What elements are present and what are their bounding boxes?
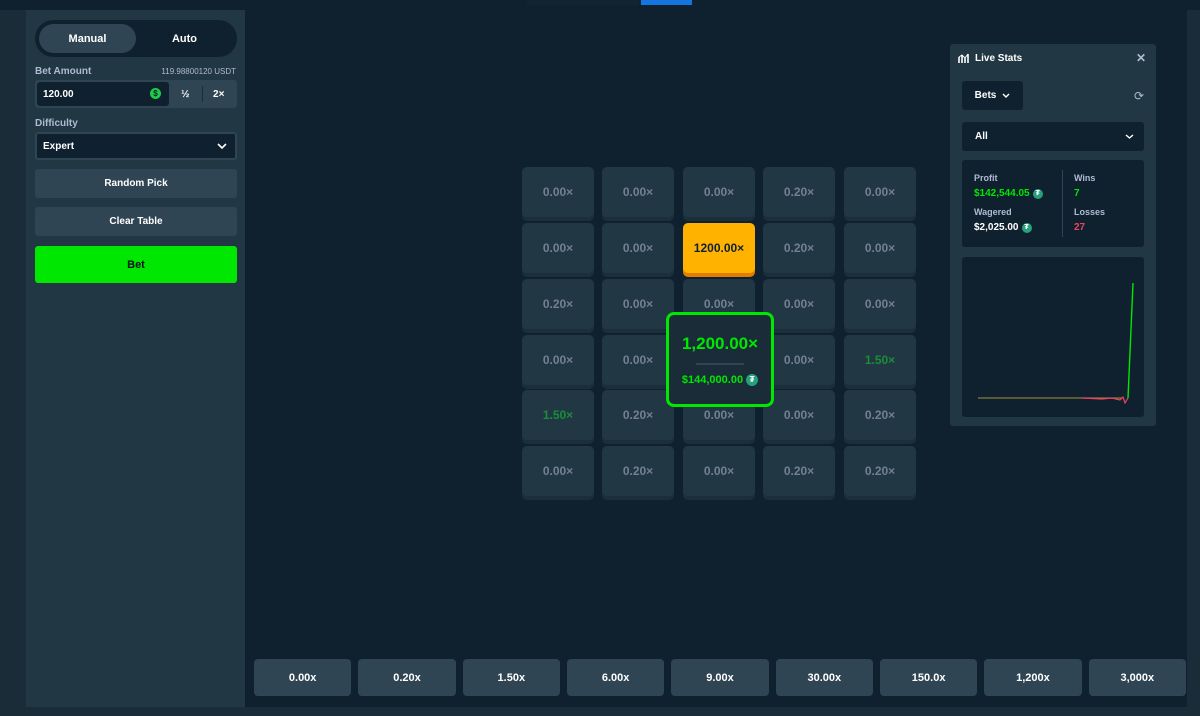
grid-tile[interactable]: 0.00× [602, 335, 674, 385]
tab-auto[interactable]: Auto [136, 24, 233, 53]
wagered-amount: $2,025.00 [974, 222, 1019, 233]
grid-tile[interactable]: 0.20× [602, 446, 674, 496]
random-pick-button[interactable]: Random Pick [35, 169, 237, 198]
top-tab-active[interactable] [641, 0, 692, 5]
wins-value: 7 [1074, 188, 1080, 199]
result-popup: 1,200.00× $144,000.00 ₮ [666, 312, 774, 407]
half-bet-button[interactable]: ½ [169, 82, 202, 106]
payout-multiplier: 30.00x [775, 659, 873, 696]
bottom-strip [26, 707, 1187, 716]
result-payout-value: $144,000.00 [681, 373, 744, 386]
grid-tile[interactable]: 0.00× [522, 446, 594, 496]
live-stats-header: Live Stats ✕ [950, 44, 1156, 72]
grid-tile[interactable]: 0.00× [602, 223, 674, 273]
chart-profit-segment [1127, 282, 1134, 399]
mode-tabs: Manual Auto [35, 20, 237, 57]
grid-tile[interactable]: 0.00× [844, 223, 916, 273]
wagered-value: $2,025.00 ₮ [974, 222, 1032, 233]
chevron-down-icon [1002, 93, 1010, 98]
grid-tile[interactable]: 0.20× [763, 223, 835, 273]
grid-tile[interactable]: 0.00× [683, 446, 755, 496]
difficulty-select[interactable]: Expert [35, 132, 237, 160]
payout-multiplier: 0.20x [358, 659, 456, 696]
result-divider [696, 362, 744, 365]
chevron-down-icon [1125, 134, 1134, 139]
losses-value: 27 [1074, 222, 1086, 233]
bet-sidebar: Manual Auto Bet Amount 119.98800120 USDT… [26, 10, 245, 707]
result-payout: $144,000.00 ₮ [681, 373, 759, 386]
chevron-down-icon [217, 143, 227, 149]
live-stats-title: Live Stats [975, 52, 1023, 64]
difficulty-value: Expert [43, 140, 75, 152]
bet-button[interactable]: Bet [35, 246, 237, 283]
payout-multiplier: 6.00x [566, 659, 665, 696]
payout-multiplier: 1.50x [462, 659, 560, 696]
stats-divider [1062, 170, 1063, 237]
bet-amount-input[interactable]: 120.00 $ [37, 82, 169, 106]
refresh-icon[interactable]: ⟳ [1134, 89, 1144, 103]
grid-tile[interactable]: 0.20× [844, 390, 916, 440]
payout-multiplier: 9.00x [671, 659, 769, 696]
tether-coin-icon: ₮ [746, 373, 759, 386]
grid-tile[interactable]: 0.00× [844, 279, 916, 329]
losses-label: Losses [1074, 207, 1106, 217]
grid-tile[interactable]: 0.00× [844, 167, 916, 217]
top-bar [0, 0, 1200, 10]
grid-tile[interactable]: 0.00× [522, 167, 594, 217]
grid-tile[interactable]: 0.00× [602, 167, 674, 217]
grid-tile[interactable]: 0.20× [763, 446, 835, 496]
payout-multiplier: 0.00x [254, 659, 352, 696]
wins-label: Wins [1074, 173, 1096, 183]
top-tab-inactive[interactable] [527, 0, 639, 5]
difficulty-label: Difficulty [35, 118, 78, 129]
bets-select-label: Bets [974, 90, 997, 101]
bet-amount-value: 120.00 [43, 88, 74, 100]
chart-icon [958, 53, 969, 63]
payout-multiplier: 3,000x [1088, 659, 1186, 696]
profit-chart [962, 257, 1144, 417]
payout-multiplier: 1,200x [984, 659, 1082, 696]
tether-coin-icon: ₮ [1021, 222, 1032, 233]
balance-readout: 119.98800120 USDT [161, 67, 236, 76]
profit-value: $142,544.05 ₮ [974, 188, 1043, 199]
bet-amount-row: 120.00 $ ½ 2× [35, 80, 237, 108]
grid-tile[interactable]: 0.20× [844, 446, 916, 496]
filter-value: All [975, 131, 988, 142]
tab-manual[interactable]: Manual [39, 24, 136, 53]
stats-summary: Profit $142,544.05 ₮ Wagered $2,025.00 ₮… [962, 160, 1144, 247]
grid-tile[interactable]: 0.20× [602, 390, 674, 440]
grid-tile[interactable]: 0.00× [522, 223, 594, 273]
tether-coin-icon: ₮ [1032, 188, 1043, 199]
payout-multiplier: 150.0x [879, 659, 978, 696]
close-icon[interactable]: ✕ [1136, 51, 1146, 65]
double-bet-button[interactable]: 2× [203, 82, 236, 106]
bet-amount-label: Bet Amount [35, 66, 92, 77]
live-stats-panel: Live Stats ✕ Bets ⟳ All Profit $142,544.… [950, 44, 1156, 426]
grid-tile[interactable]: 0.20× [522, 279, 594, 329]
payout-table: 0.00x 0.20x 1.50x 6.00x 9.00x 30.00x 150.0x 1,2… [254, 659, 1186, 696]
profit-chart-svg [978, 282, 1134, 405]
grid-tile[interactable]: 1.50× [844, 335, 916, 385]
wagered-label: Wagered [974, 207, 1012, 217]
result-multiplier: 1,200.00× [681, 333, 759, 353]
profit-amount: $142,544.05 [974, 188, 1030, 199]
app-root: Manual Auto Bet Amount 119.98800120 USDT… [0, 0, 1200, 716]
grid-tile[interactable]: 0.00× [522, 335, 594, 385]
bets-select[interactable]: Bets [962, 81, 1023, 110]
grid-tile[interactable]: 0.20× [763, 167, 835, 217]
grid-tile[interactable]: 0.00× [683, 167, 755, 217]
grid-tile[interactable]: 1200.00× [683, 223, 755, 273]
clear-table-button[interactable]: Clear Table [35, 207, 237, 236]
currency-coin-icon: $ [150, 88, 161, 99]
filter-select[interactable]: All [962, 122, 1144, 151]
profit-label: Profit [974, 173, 998, 183]
grid-tile[interactable]: 1.50× [522, 390, 594, 440]
grid-tile[interactable]: 0.00× [602, 279, 674, 329]
